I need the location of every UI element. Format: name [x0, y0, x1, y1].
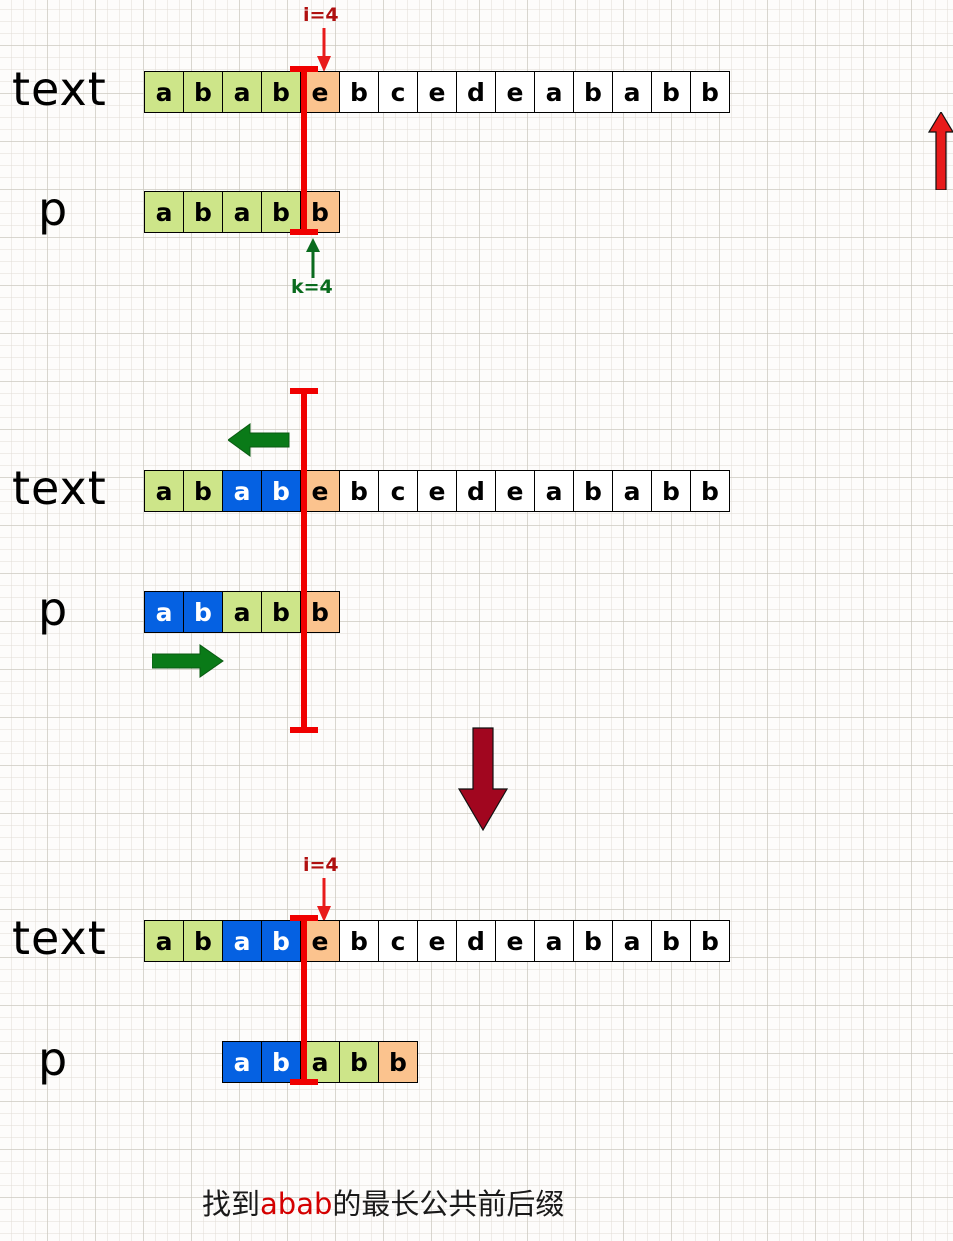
row-label-text-step2: text — [12, 461, 107, 515]
row-label-text-step3: text — [12, 911, 107, 965]
text-cell: c — [378, 470, 418, 512]
text-cell: e — [417, 71, 457, 113]
pattern-cell: b — [261, 591, 301, 633]
text-cell: e — [417, 470, 457, 512]
pattern-cell: a — [144, 591, 184, 633]
text-cell: b — [261, 470, 301, 512]
prefix-shift-arrow-right — [152, 644, 224, 678]
text-cell: b — [651, 71, 691, 113]
alignment-marker-step2 — [290, 388, 318, 733]
text-cell: a — [144, 71, 184, 113]
row-label-pattern-step2: p — [38, 582, 69, 636]
marker-cap-top — [290, 915, 318, 921]
text-cell: a — [144, 470, 184, 512]
text-cell: c — [378, 71, 418, 113]
text-tape-step3: a b a b e b c e d e a b a b b — [144, 920, 730, 962]
text-cell: a — [612, 920, 652, 962]
text-cell: b — [261, 920, 301, 962]
flow-arrow-up — [928, 112, 953, 190]
text-cell: e — [495, 920, 535, 962]
text-cell: b — [690, 71, 730, 113]
text-cell: e — [417, 920, 457, 962]
pattern-cell: b — [261, 191, 301, 233]
row-label-text-step1: text — [12, 62, 107, 116]
text-cell: e — [495, 470, 535, 512]
pattern-tape-step1: a b a b b — [144, 191, 340, 233]
row-label-pattern-step3: p — [38, 1032, 69, 1086]
caption: 找到abab的最长公共前后缀 — [202, 1190, 564, 1219]
text-cell: b — [651, 470, 691, 512]
marker-cap-top — [290, 66, 318, 72]
text-cell: b — [573, 470, 613, 512]
text-cell: b — [651, 920, 691, 962]
pattern-cell: b — [261, 1041, 301, 1083]
pointer-label-i-step1: i=4 — [303, 4, 339, 26]
suffix-shift-arrow-left — [228, 423, 290, 457]
alignment-marker-step1 — [290, 66, 318, 235]
pointer-label-k-step1: k=4 — [291, 276, 333, 298]
diagram-canvas: i=4 text a b a b e b c e d e a b a b b p… — [0, 0, 953, 1241]
pattern-cell: b — [183, 591, 223, 633]
text-cell: a — [144, 920, 184, 962]
marker-cap-top — [290, 388, 318, 394]
caption-highlight: abab — [260, 1187, 333, 1221]
text-cell: b — [183, 920, 223, 962]
pattern-cell: a — [144, 191, 184, 233]
text-cell: b — [573, 920, 613, 962]
text-cell: b — [183, 470, 223, 512]
text-tape-step2: a b a b e b c e d e a b a b b — [144, 470, 730, 512]
text-cell: a — [222, 71, 262, 113]
pattern-tape-step2: a b a b b — [144, 591, 340, 633]
text-cell: a — [534, 71, 574, 113]
text-cell: b — [261, 71, 301, 113]
pattern-cell: b — [378, 1041, 418, 1083]
pattern-cell: b — [183, 191, 223, 233]
text-cell: a — [222, 920, 262, 962]
text-tape-step1: a b a b e b c e d e a b a b b — [144, 71, 730, 113]
text-cell: a — [612, 71, 652, 113]
pattern-cell: a — [222, 1041, 262, 1083]
text-cell: d — [456, 71, 496, 113]
text-cell: c — [378, 920, 418, 962]
text-cell: b — [573, 71, 613, 113]
caption-prefix: 找到 — [202, 1187, 261, 1221]
marker-cap-bottom — [290, 727, 318, 733]
text-cell: b — [183, 71, 223, 113]
pattern-cell: a — [222, 191, 262, 233]
text-cell: b — [339, 470, 379, 512]
pattern-cell: a — [222, 591, 262, 633]
text-cell: a — [222, 470, 262, 512]
text-cell: a — [612, 470, 652, 512]
text-cell: b — [690, 470, 730, 512]
alignment-marker-step3 — [290, 915, 318, 1085]
row-label-pattern-step1: p — [38, 182, 69, 236]
text-cell: e — [495, 71, 535, 113]
text-cell: b — [339, 920, 379, 962]
caption-suffix: 的最长公共前后缀 — [332, 1187, 565, 1221]
marker-cap-bottom — [290, 1079, 318, 1085]
pattern-cell: b — [339, 1041, 379, 1083]
flow-arrow-down — [457, 727, 509, 831]
text-cell: d — [456, 920, 496, 962]
marker-cap-bottom — [290, 229, 318, 235]
pointer-arrow-k-up-step1 — [306, 238, 320, 278]
pattern-tape-step3: a b a b b — [222, 1041, 418, 1083]
text-cell: a — [534, 470, 574, 512]
text-cell: d — [456, 470, 496, 512]
text-cell: b — [690, 920, 730, 962]
text-cell: a — [534, 920, 574, 962]
text-cell: b — [339, 71, 379, 113]
pointer-label-i-step3: i=4 — [303, 854, 339, 876]
